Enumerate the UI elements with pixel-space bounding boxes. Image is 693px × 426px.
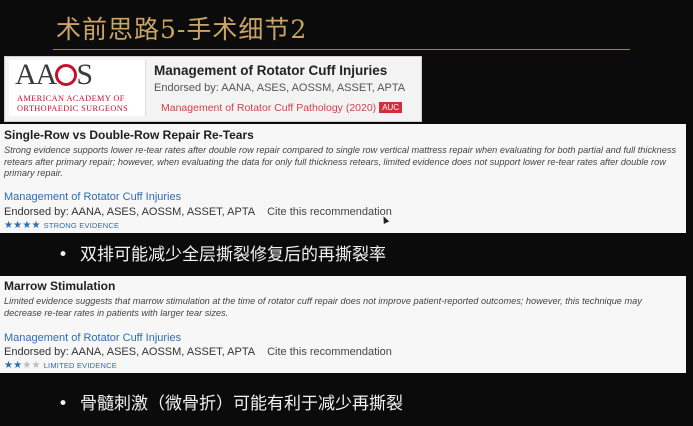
evidence-label: STRONG EVIDENCE	[43, 221, 120, 230]
recommendation-title: Marrow Stimulation	[4, 279, 116, 293]
title-divider	[53, 49, 630, 50]
recommendation-title: Single-Row vs Double-Row Repair Re-Tears	[4, 128, 254, 142]
recommendation-description: Strong evidence supports lower re-tear r…	[4, 145, 677, 178]
aaos-logo-mark: AA S	[15, 58, 93, 91]
recommendation-endorsed: Endorsed by: AANA, ASES, AOSSM, ASSET, A…	[4, 346, 392, 358]
cite-recommendation-link[interactable]: Cite this recommendation	[267, 346, 392, 358]
evidence-stars-icon: ★★	[4, 360, 23, 371]
slide-title: 术前思路5-手术细节2	[56, 15, 308, 44]
aaos-logo[interactable]: AA S American Academy of Orthopaedic Surg…	[9, 58, 146, 116]
recommendation-card: Single-Row vs Double-Row Repair Re-Tears…	[0, 124, 686, 233]
auc-pathology-link[interactable]: Management of Rotator Cuff Pathology (20…	[161, 102, 403, 114]
guideline-endorsed: Endorsed by: AANA, ASES, AOSSM, ASSET, A…	[154, 82, 406, 94]
evidence-stars-icon: ★★★★	[4, 220, 41, 231]
recommendation-card: Marrow Stimulation Limited evidence sugg…	[0, 276, 686, 373]
recommendation-endorsed: Endorsed by: AANA, ASES, AOSSM, ASSET, A…	[4, 206, 392, 218]
cite-recommendation-link[interactable]: Cite this recommendation	[267, 206, 392, 218]
bullet-point: • 双排可能减少全层撕裂修复后的再撕裂率	[58, 245, 387, 265]
guideline-header-card: AA S American Academy of Orthopaedic Surg…	[4, 56, 422, 122]
evidence-stars-empty-icon: ★★	[22, 360, 41, 371]
guideline-title: Management of Rotator Cuff Injuries	[154, 63, 388, 78]
evidence-rating: ★★★★ STRONG EVIDENCE	[4, 220, 119, 231]
evidence-label: LIMITED EVIDENCE	[43, 361, 117, 370]
aaos-logo-subtitle: American Academy of Orthopaedic Surgeons	[17, 94, 129, 113]
guideline-link[interactable]: Management of Rotator Cuff Injuries	[4, 332, 181, 344]
recommendation-description: Limited evidence suggests that marrow st…	[4, 296, 642, 318]
guideline-link[interactable]: Management of Rotator Cuff Injuries	[4, 191, 181, 203]
auc-badge: AUC	[379, 102, 403, 113]
bullet-point: • 骨髓刺激（微骨折）可能有利于减少再撕裂	[58, 394, 404, 414]
evidence-rating: ★★★★ LIMITED EVIDENCE	[4, 360, 117, 371]
